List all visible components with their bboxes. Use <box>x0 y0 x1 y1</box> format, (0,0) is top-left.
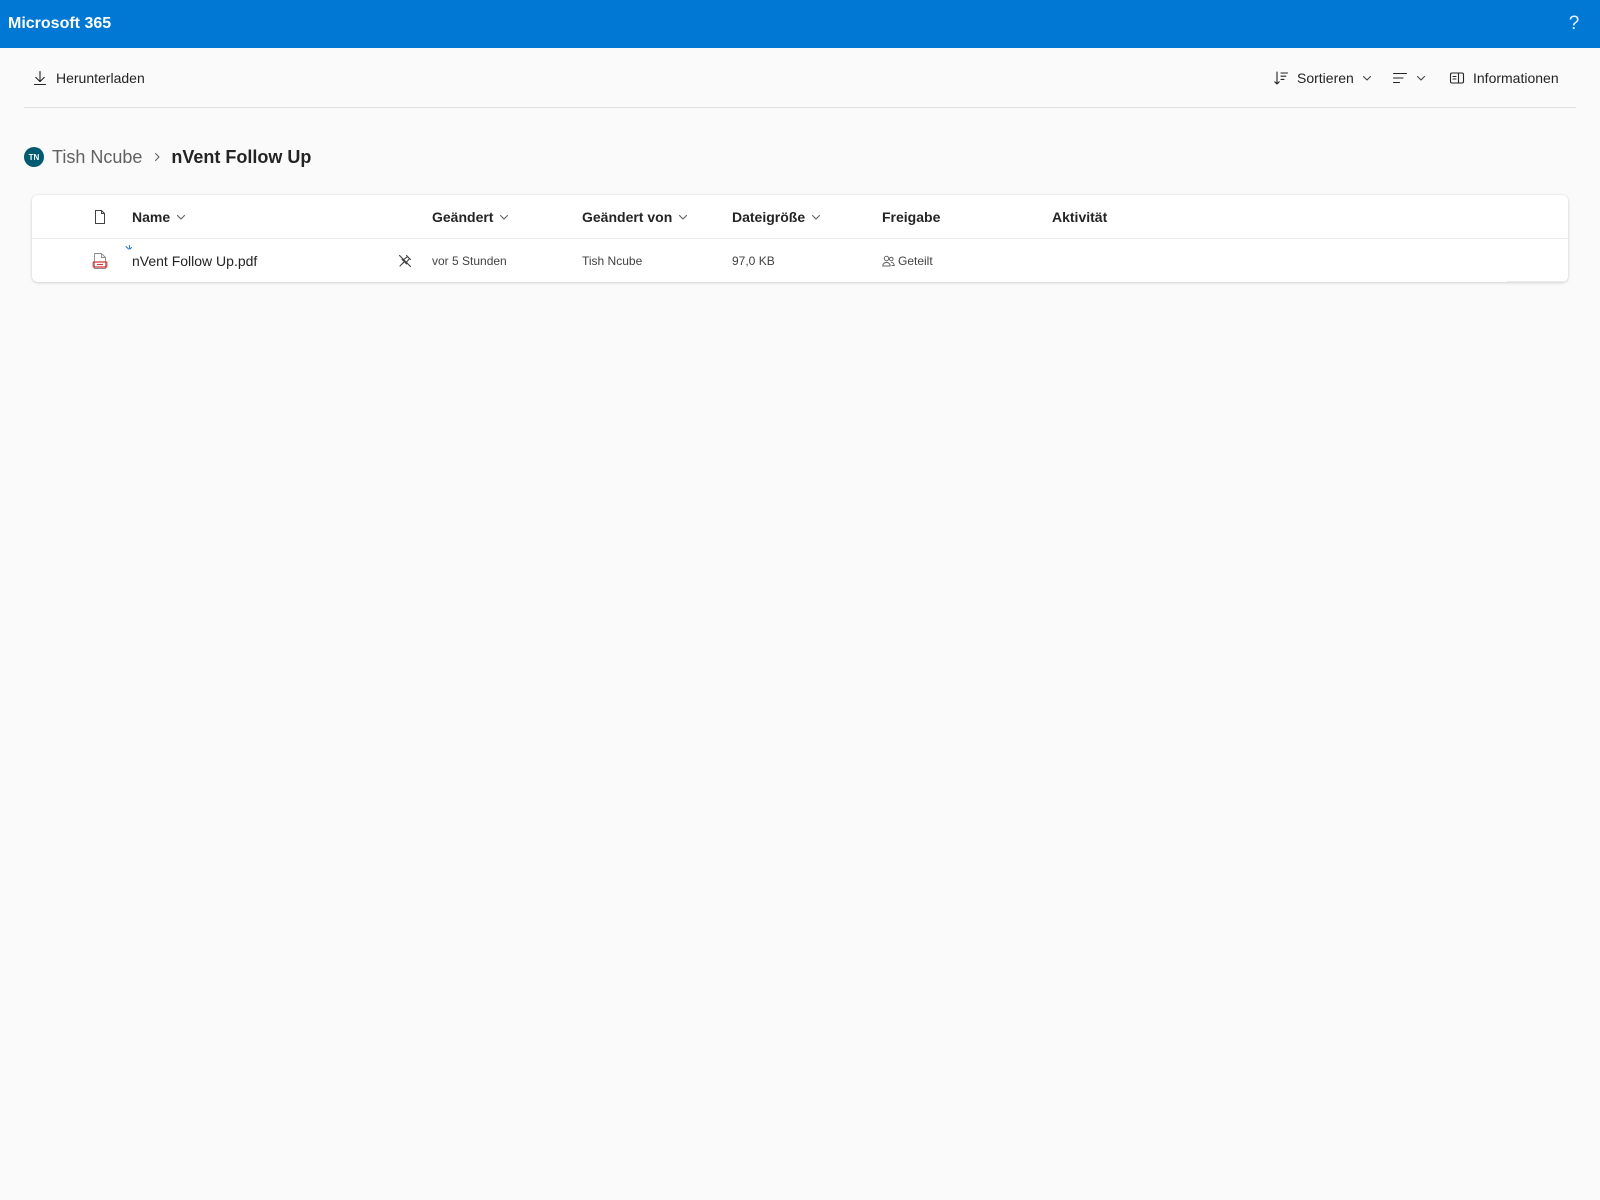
list-view-icon <box>1392 72 1408 84</box>
table-row[interactable]: nVent Follow Up.pdf vor 5 Stunden Tish N… <box>32 239 1568 282</box>
people-icon <box>882 255 895 266</box>
file-size: 97,0 KB <box>732 253 775 268</box>
column-header-modified-by[interactable]: Geändert von <box>582 195 688 239</box>
top-bar: Microsoft 365 ? <box>0 0 1600 48</box>
breadcrumb-parent[interactable]: Tish Ncube <box>52 147 142 168</box>
download-label: Herunterladen <box>56 70 145 86</box>
info-pane-button[interactable]: Informationen <box>1449 60 1559 96</box>
file-modified: vor 5 Stunden <box>432 253 507 268</box>
chevron-down-icon <box>177 214 186 220</box>
column-header-activity: Aktivität <box>1052 195 1107 239</box>
breadcrumb-current: nVent Follow Up <box>171 146 312 167</box>
file-modified-by[interactable]: Tish Ncube <box>582 239 642 282</box>
chevron-down-icon <box>679 214 688 220</box>
download-icon <box>33 70 47 86</box>
pin-icon[interactable] <box>397 239 413 282</box>
file-sharing-status[interactable]: Geteilt <box>882 239 933 282</box>
sort-button[interactable]: Sortieren <box>1273 60 1372 96</box>
download-button[interactable]: Herunterladen <box>32 60 145 96</box>
column-header-sharing-label: Freigabe <box>882 209 941 225</box>
view-options-button[interactable] <box>1392 60 1426 96</box>
chevron-down-icon <box>1416 75 1426 81</box>
column-header-name-label: Name <box>132 209 171 225</box>
row-divider <box>1507 281 1568 282</box>
sort-label: Sortieren <box>1297 70 1354 86</box>
column-header-name[interactable]: Name <box>132 195 186 239</box>
chevron-down-icon <box>1362 75 1371 81</box>
document-icon <box>95 210 105 224</box>
sort-icon <box>1274 71 1289 85</box>
column-header-sharing: Freigabe <box>882 195 940 239</box>
column-header-modified-label: Geändert <box>432 209 494 225</box>
chevron-down-icon <box>500 214 509 220</box>
help-button[interactable]: ? <box>1562 12 1586 36</box>
table-header: Name Geändert Geändert von Dateigröße Fr… <box>32 195 1568 239</box>
breadcrumb: TN Tish Ncube nVent Follow Up <box>24 144 311 170</box>
column-header-activity-label: Aktivität <box>1052 209 1108 225</box>
column-header-modified[interactable]: Geändert <box>432 195 509 239</box>
file-list: Name Geändert Geändert von Dateigröße Fr… <box>32 195 1568 282</box>
file-type-column-header[interactable] <box>92 195 108 239</box>
column-header-modified-by-label: Geändert von <box>582 209 673 225</box>
pdf-file-icon <box>92 239 108 282</box>
column-header-file-size[interactable]: Dateigröße <box>732 195 821 239</box>
file-sharing-label: Geteilt <box>898 253 933 268</box>
info-label: Informationen <box>1473 70 1559 86</box>
chevron-down-icon <box>812 214 821 220</box>
chevron-right-icon <box>153 152 161 162</box>
info-pane-icon <box>1449 72 1465 84</box>
file-name[interactable]: nVent Follow Up.pdf <box>132 239 257 282</box>
avatar: TN <box>24 147 44 167</box>
command-bar: Herunterladen Sortieren Informationen <box>24 50 1576 108</box>
app-title[interactable]: Microsoft 365 <box>8 0 111 48</box>
column-header-file-size-label: Dateigröße <box>732 209 806 225</box>
